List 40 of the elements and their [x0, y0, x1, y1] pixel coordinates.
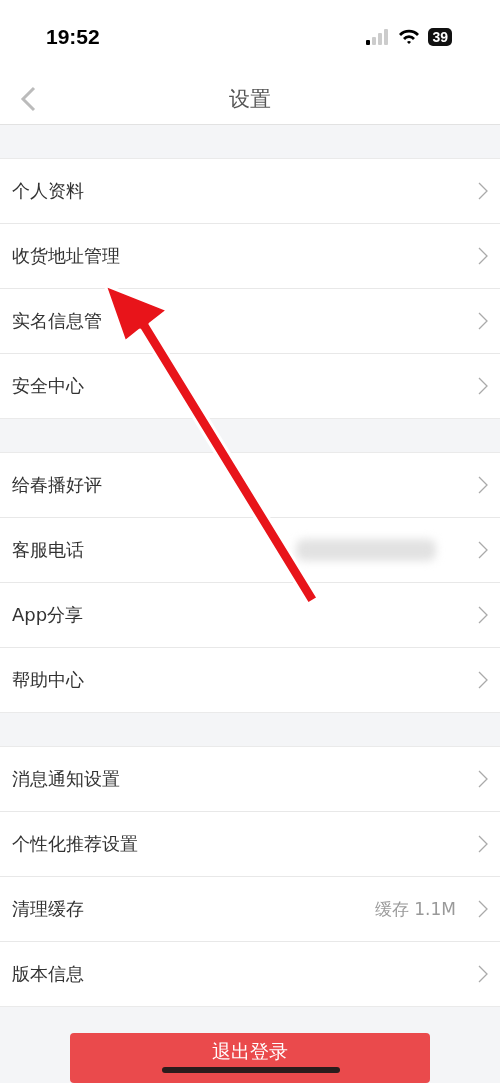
row-label: App分享	[12, 603, 85, 627]
row-label: 清理缓存	[12, 897, 85, 921]
settings-row[interactable]: 收货地址管理	[0, 224, 500, 289]
wifi-icon	[398, 29, 421, 46]
status-time: 19:52	[46, 25, 100, 50]
page-title: 设置	[229, 86, 271, 114]
battery-level: 39	[428, 28, 452, 47]
chevron-icon	[478, 770, 488, 788]
settings-row[interactable]: 个性化推荐设置	[0, 812, 500, 877]
row-label: 版本信息	[12, 962, 85, 986]
row-label: 个人资料	[12, 179, 85, 203]
chevron-icon	[478, 182, 488, 200]
row-label: 帮助中心	[12, 668, 85, 692]
settings-row[interactable]: 消息通知设置	[0, 747, 500, 812]
settings-row[interactable]: 清理缓存 缓存 1.1M	[0, 877, 500, 942]
signal-icon	[366, 29, 391, 46]
row-label: 消息通知设置	[12, 767, 121, 791]
row-label: 客服电话	[12, 538, 85, 562]
chevron-icon	[478, 606, 488, 624]
row-label: 个性化推荐设置	[12, 832, 139, 856]
settings-row[interactable]: 个人资料	[0, 159, 500, 224]
row-label: 实名信息管	[12, 309, 103, 333]
chevron-icon	[478, 476, 488, 494]
settings-row[interactable]: 帮助中心	[0, 648, 500, 712]
row-value: 缓存 1.1M	[374, 897, 456, 921]
chevron-icon	[478, 247, 488, 265]
row-label: 给春播好评	[12, 473, 103, 497]
chevron-icon	[478, 671, 488, 689]
row-label: 收货地址管理	[12, 244, 121, 268]
settings-row[interactable]: 版本信息	[0, 942, 500, 1006]
back-icon[interactable]	[20, 86, 36, 113]
logout-button[interactable]: 退出登录	[70, 1033, 430, 1083]
chevron-icon	[478, 541, 488, 559]
chevron-icon	[478, 312, 488, 330]
chevron-icon	[478, 965, 488, 983]
settings-row[interactable]: 安全中心	[0, 354, 500, 418]
row-label: 安全中心	[12, 374, 85, 398]
chevron-icon	[478, 900, 488, 918]
chevron-icon	[478, 377, 488, 395]
chevron-icon	[478, 835, 488, 853]
